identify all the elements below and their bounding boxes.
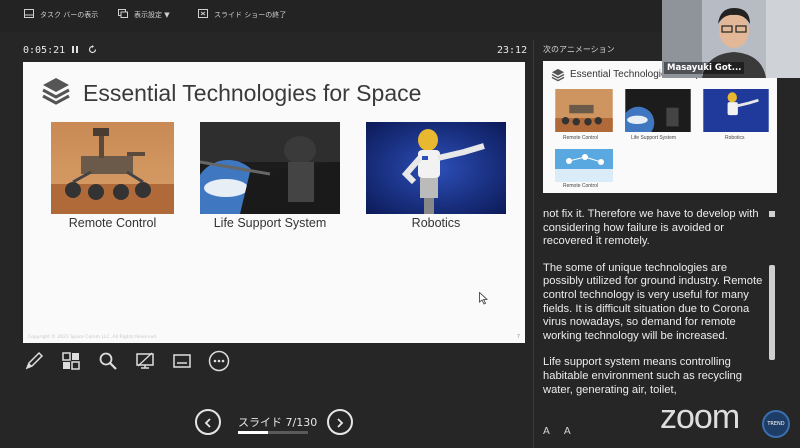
pen-tool-button[interactable]: [22, 351, 46, 375]
show-taskbar-button[interactable]: タスク バーの表示: [24, 9, 98, 20]
scroll-up-button[interactable]: [769, 211, 775, 217]
notes-font-controls: A A: [543, 426, 571, 437]
display-settings-label: 表示設定 ▼: [134, 10, 170, 19]
subtitles-icon: [172, 351, 192, 375]
restart-timer-button[interactable]: [88, 45, 97, 57]
slide-copyright: Copyright © 2021 Space Comm LLC. All Rig…: [28, 335, 157, 340]
mouse-pointer-icon: [479, 290, 489, 309]
slide-page-number: 7: [516, 334, 520, 340]
show-taskbar-label: タスク バーの表示: [40, 10, 99, 19]
next-slide-preview[interactable]: Essential Technologies for Space Remote …: [543, 61, 777, 193]
next-space-station-image: [622, 89, 691, 139]
display-settings-icon: [118, 9, 128, 20]
more-options-button[interactable]: [207, 350, 231, 376]
black-screen-button[interactable]: [133, 352, 157, 374]
zoom-slide-button[interactable]: [96, 352, 120, 374]
grid-slides-icon: [61, 351, 81, 375]
screen-off-icon: [135, 351, 155, 375]
notes-paragraph: not fix it. Therefore we have to develop…: [543, 208, 759, 248]
elapsed-timer: 0:05:21: [23, 45, 66, 56]
notes-scrollbar-thumb[interactable]: [769, 265, 775, 360]
next-slide-button[interactable]: [327, 409, 353, 435]
mars-rover-image: [51, 122, 174, 214]
decrease-font-button[interactable]: A: [564, 426, 571, 437]
channel-badge: TREND: [762, 410, 790, 438]
next-caption-remote-control-2: Remote Control: [563, 183, 599, 189]
slide-progress-bar: [238, 431, 308, 434]
display-settings-button[interactable]: 表示設定 ▼: [118, 9, 170, 20]
increase-font-button[interactable]: A: [543, 426, 550, 437]
zoom-logo: zoom: [660, 398, 740, 436]
speaker-notes[interactable]: not fix it. Therefore we have to develop…: [543, 208, 765, 410]
notes-paragraph: The some of unique technologies are poss…: [543, 261, 763, 342]
next-mars-rover-image: [555, 89, 613, 132]
subtitles-button[interactable]: [170, 352, 194, 374]
next-caption-robotics: Robotics: [725, 135, 745, 141]
participant-name: Masayuki Got...: [664, 62, 745, 74]
current-slide[interactable]: Essential Technologies for Space Remote …: [23, 62, 525, 343]
pause-timer-button[interactable]: [71, 45, 79, 57]
taskbar-icon: [24, 9, 34, 20]
chevron-right-icon: [335, 413, 345, 432]
caption-robotics: Robotics: [411, 216, 461, 230]
space-station-image: [194, 122, 340, 228]
previous-slide-button[interactable]: [195, 409, 221, 435]
next-animation-label: 次のアニメーション: [543, 45, 615, 54]
next-robonaut-image: [703, 89, 769, 132]
slide-tools: [22, 350, 231, 376]
caption-remote-control: Remote Control: [68, 216, 157, 230]
end-slideshow-button[interactable]: スライド ショーの終了: [198, 9, 286, 20]
slide-title: Essential Technologies for Space: [83, 80, 422, 106]
notes-paragraph: Life support system means controlling ha…: [543, 356, 742, 396]
current-time: 23:12: [497, 45, 528, 56]
end-slideshow-icon: [198, 9, 208, 20]
pen-icon: [24, 351, 44, 375]
slide-progress-fill: [238, 431, 269, 434]
next-caption-life-support: Life Support System: [631, 135, 677, 141]
layers-logo-icon: [41, 76, 71, 110]
robonaut-image: [366, 122, 506, 214]
panel-divider[interactable]: [533, 40, 534, 448]
next-network-image: [555, 149, 613, 182]
slide-counter[interactable]: スライド 7/130: [238, 414, 317, 430]
end-slideshow-label: スライド ショーの終了: [214, 10, 287, 19]
restart-icon: [88, 45, 97, 57]
see-all-slides-button[interactable]: [59, 352, 83, 374]
next-layers-logo-icon: [551, 67, 565, 86]
chevron-left-icon: [203, 413, 213, 432]
pause-icon: [71, 46, 79, 57]
more-icon: [208, 350, 230, 376]
magnifier-icon: [98, 351, 118, 375]
caption-life-support-system: Life Support System: [213, 216, 327, 230]
